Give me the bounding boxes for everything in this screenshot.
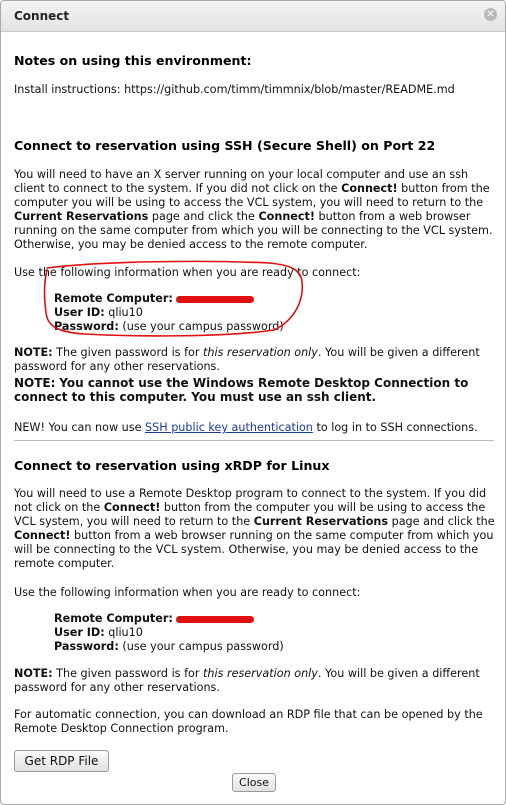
red-circle-annotation: [43, 260, 304, 337]
new-label: NEW!: [14, 421, 45, 434]
xrdp-instructions: You will need to use a Remote Desktop pr…: [14, 487, 496, 571]
note-text: You cannot use the Windows Remote Deskto…: [14, 376, 469, 404]
connect-dialog: Connect ✕ Notes on using this environmen…: [0, 0, 506, 805]
emphasis: this reservation only: [203, 667, 318, 680]
ssh-client-note: NOTE: You cannot use the Windows Remote …: [14, 376, 496, 404]
dialog-title: Connect: [14, 9, 70, 23]
text: page and click the: [148, 210, 259, 223]
notes-heading: Notes on using this environment:: [14, 53, 252, 68]
xrdp-heading: Connect to reservation using xRDP for Li…: [14, 458, 330, 473]
text: to log in to SSH connections.: [312, 421, 478, 434]
connect-word: Connect!: [258, 210, 315, 223]
xrdp-use-info: Use the following information when you a…: [14, 586, 361, 599]
text: The given password is for: [52, 346, 204, 359]
current-reservations-word: Current Reservations: [253, 515, 389, 528]
xrdp-password-note: NOTE: The given password is for this res…: [14, 667, 496, 695]
password-label: Password:: [54, 640, 119, 653]
ssh-key-notice: NEW! You can now use SSH public key auth…: [14, 421, 496, 435]
user-id-value: qliu10: [108, 626, 143, 639]
get-rdp-file-button[interactable]: Get RDP File: [14, 750, 109, 772]
text: You can now use: [44, 421, 146, 434]
connect-word: Connect!: [341, 182, 398, 195]
xrdp-auto-connect: For automatic connection, you can downlo…: [14, 708, 483, 735]
connect-word: Connect!: [14, 529, 71, 542]
ssh-heading: Connect to reservation using SSH (Secure…: [14, 138, 436, 153]
close-icon[interactable]: ✕: [484, 8, 497, 21]
emphasis: this reservation only: [203, 346, 318, 359]
password-value: (use your campus password): [122, 640, 284, 653]
text: The given password is for: [52, 667, 204, 680]
connect-word: Connect!: [103, 501, 161, 514]
xrdp-user-id: User ID: qliu10: [54, 626, 284, 640]
text: button from a web browser running on the…: [14, 529, 494, 570]
note-label: NOTE:: [14, 667, 53, 680]
note-label: NOTE:: [14, 376, 56, 390]
xrdp-connection-info: Remote Computer: User ID: qliu10 Passwor…: [54, 612, 284, 654]
ssh-key-auth-link[interactable]: SSH public key authentication: [145, 421, 313, 434]
section-divider: [14, 440, 494, 441]
current-reservations-word: Current Reservations: [14, 210, 149, 223]
user-id-label: User ID:: [54, 626, 105, 639]
xrdp-remote-computer: Remote Computer:: [54, 612, 284, 626]
note-label: NOTE:: [14, 346, 53, 359]
ssh-instructions: You will need to have an X server runnin…: [14, 168, 496, 252]
remote-computer-label: Remote Computer:: [54, 612, 173, 625]
text: page and click the: [388, 515, 495, 528]
ssh-password-note: NOTE: The given password is for this res…: [14, 346, 496, 374]
close-button[interactable]: Close: [232, 773, 276, 792]
xrdp-password: Password: (use your campus password): [54, 640, 284, 654]
redacted-hostname: [175, 615, 254, 623]
install-instructions: Install instructions: https://github.com…: [14, 83, 455, 96]
dialog-titlebar: Connect ✕: [1, 1, 505, 32]
